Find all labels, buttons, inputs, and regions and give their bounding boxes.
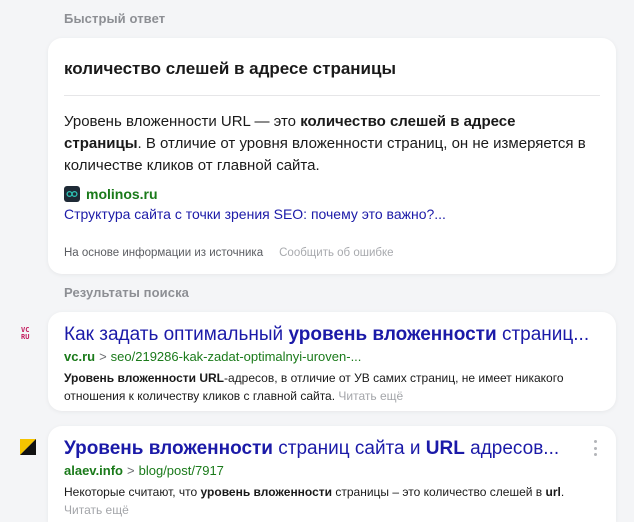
snippet-text: .	[560, 485, 565, 499]
result-url[interactable]: alaev.info > blog/post/7917	[64, 463, 224, 478]
read-more-link[interactable]: Читать ещё	[64, 503, 129, 517]
url-separator: >	[99, 349, 107, 364]
molinos-logo-icon	[64, 186, 80, 202]
url-separator: >	[127, 463, 135, 478]
source-basis-note: На основе информации из источника	[64, 247, 264, 259]
result-title-part[interactable]: адресов...	[465, 438, 559, 459]
result-path[interactable]: blog/post/7917	[139, 463, 224, 478]
quick-answer-divider	[64, 95, 600, 96]
quick-answer-title: количество слешей в адресе страницы	[64, 59, 396, 78]
search-result: Уровень вложенности страниц сайта и URL …	[48, 426, 616, 522]
vc-logo-icon[interactable]: VC RU	[20, 325, 36, 341]
quick-answer-text-part1: Уровень вложенности URL — это	[64, 113, 301, 130]
search-result: Как задать оптимальный уровень вложеннос…	[48, 312, 616, 411]
quick-answer-text-part2: . В отличие от уровня вложенности страни…	[64, 135, 586, 174]
result-title-link[interactable]: Как задать оптимальный уровень вложеннос…	[64, 324, 589, 346]
read-more-link[interactable]: Читать ещё	[338, 389, 403, 403]
result-title-highlight[interactable]: Уровень вложенности	[64, 438, 273, 459]
result-title-highlight[interactable]: уровень вложенности	[288, 324, 496, 345]
quick-answer-text: Уровень вложенности URL — это количество…	[64, 111, 594, 177]
snippet-highlight: Уровень вложенности URL	[64, 371, 224, 385]
search-results-label: Результаты поиска	[64, 285, 190, 300]
result-url[interactable]: vc.ru > seo/219286-kak-zadat-optimalnyi-ur…	[64, 349, 361, 364]
result-title-highlight[interactable]: URL	[426, 438, 465, 459]
source-link[interactable]: Структура сайта с точки зрения SEO: поче…	[64, 206, 446, 222]
alaev-logo-icon[interactable]	[20, 439, 36, 455]
snippet-highlight: url	[545, 485, 561, 499]
result-domain[interactable]: alaev.info	[64, 463, 123, 478]
result-domain[interactable]: vc.ru	[64, 349, 95, 364]
source-domain[interactable]: molinos.ru	[86, 186, 158, 202]
result-title-part[interactable]: Как задать оптимальный	[64, 324, 288, 345]
more-vertical-icon[interactable]	[594, 440, 598, 456]
quick-answer-card: количество слешей в адресе страницы Уров…	[48, 38, 616, 274]
result-title-link[interactable]: Уровень вложенности страниц сайта и URL …	[64, 438, 559, 460]
snippet-text: Некоторые считают, что	[64, 485, 201, 499]
result-snippet: Некоторые считают, что уровень вложеннос…	[64, 483, 604, 519]
snippet-highlight: уровень вложенности	[200, 485, 333, 499]
report-error-link[interactable]: Сообщить об ошибке	[279, 247, 393, 259]
quick-answer-footer: На основе информации из источника Сообщи…	[64, 247, 394, 259]
result-snippet: Уровень вложенности URL-адресов, в отлич…	[64, 369, 604, 405]
result-title-part[interactable]: страниц сайта и	[273, 438, 426, 459]
quick-answer-label: Быстрый ответ	[64, 11, 166, 26]
source-row[interactable]: molinos.ru	[64, 186, 158, 202]
snippet-text: страницы – это количество слешей в	[332, 485, 546, 499]
svg-text:RU: RU	[21, 333, 29, 341]
result-path[interactable]: seo/219286-kak-zadat-optimalnyi-uroven-.…	[111, 349, 362, 364]
result-title-part[interactable]: страниц...	[497, 324, 589, 345]
